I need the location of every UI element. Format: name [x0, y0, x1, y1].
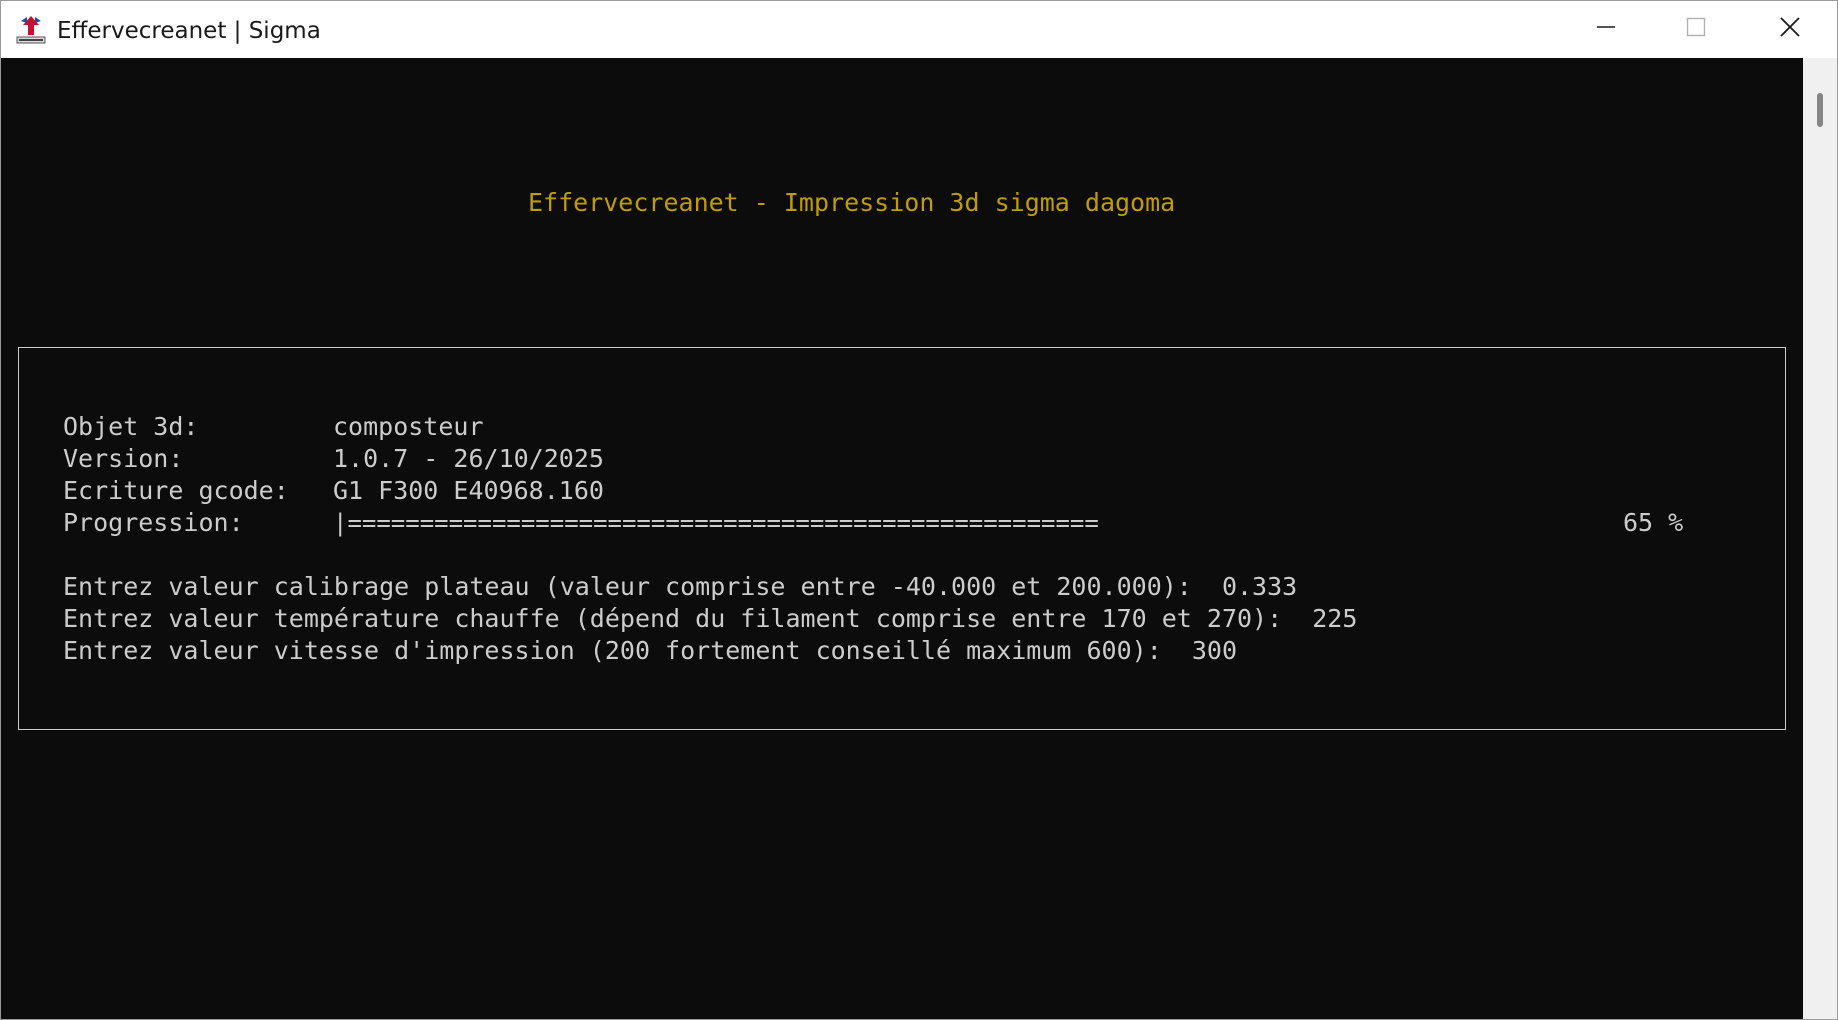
scrollbar-thumb[interactable]	[1817, 93, 1823, 127]
vertical-scrollbar[interactable]	[1803, 58, 1837, 1019]
app-logo-icon	[15, 13, 47, 45]
window-title: Effervecreanet | Sigma	[57, 18, 321, 44]
maximize-button[interactable]	[1651, 1, 1741, 58]
gcode-label: Ecriture gcode:	[63, 476, 289, 505]
version-value: 1.0.7 - 26/10/2025	[333, 444, 604, 473]
object-label: Objet 3d:	[63, 412, 199, 441]
calibration-prompt: Entrez valeur calibrage plateau (valeur …	[63, 572, 1298, 601]
object-value: composteur	[333, 412, 484, 441]
progress-percent: 65 %	[1623, 508, 1684, 537]
progress-bar: |=======================================…	[333, 509, 1099, 537]
temperature-prompt: Entrez valeur température chauffe (dépen…	[63, 604, 1358, 633]
minimize-button[interactable]	[1561, 1, 1651, 58]
progress-label: Progression:	[63, 508, 244, 537]
console-header: Effervecreanet - Impression 3d sigma dag…	[528, 188, 1176, 217]
gcode-value: G1 F300 E40968.160	[333, 476, 604, 505]
close-button[interactable]	[1745, 1, 1835, 58]
version-label: Version:	[63, 444, 184, 473]
minimize-icon	[1596, 17, 1616, 42]
terminal-window: Effervecreanet | Sigma Effervecreanet - …	[0, 0, 1838, 1020]
title-bar[interactable]: Effervecreanet | Sigma	[1, 1, 1837, 58]
speed-prompt: Entrez valeur vitesse d'impression (200 …	[63, 636, 1237, 665]
close-icon	[1779, 16, 1801, 43]
maximize-icon	[1686, 17, 1706, 42]
